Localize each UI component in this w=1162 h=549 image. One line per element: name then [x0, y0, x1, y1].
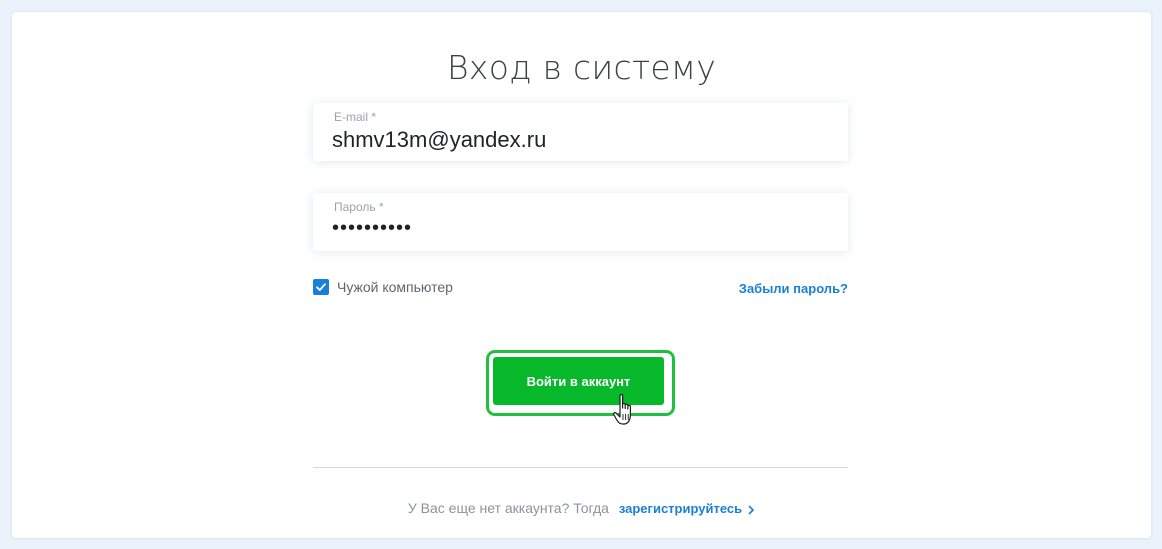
check-icon — [316, 283, 326, 291]
divider — [313, 467, 848, 468]
password-label: Пароль * — [334, 200, 384, 214]
login-card: Вход в систему E-mail * Пароль * Чужой к… — [12, 12, 1151, 538]
register-link-label: зарегистрируйтесь — [618, 501, 743, 516]
forgot-password-link[interactable]: Забыли пароль? — [739, 281, 848, 296]
submit-focus-ring: Войти в аккаунт — [489, 353, 672, 413]
email-label: E-mail * — [334, 110, 377, 124]
email-input[interactable] — [332, 127, 832, 153]
remember-checkbox[interactable] — [313, 279, 329, 295]
email-field[interactable]: E-mail * — [313, 103, 848, 161]
password-input[interactable] — [332, 217, 832, 240]
hand-pointer-icon — [613, 394, 631, 425]
page-title: Вход в систему — [446, 48, 717, 87]
register-prompt: У Вас еще нет аккаунта? Тогда зарегистри… — [12, 500, 1151, 516]
register-prompt-text: У Вас еще нет аккаунта? Тогда — [407, 500, 609, 516]
remember-row[interactable]: Чужой компьютер — [313, 279, 453, 295]
password-field[interactable]: Пароль * — [313, 193, 848, 251]
remember-label: Чужой компьютер — [337, 279, 453, 295]
chevron-right-icon — [748, 505, 754, 514]
register-link[interactable]: зарегистрируйтесь — [619, 501, 755, 516]
